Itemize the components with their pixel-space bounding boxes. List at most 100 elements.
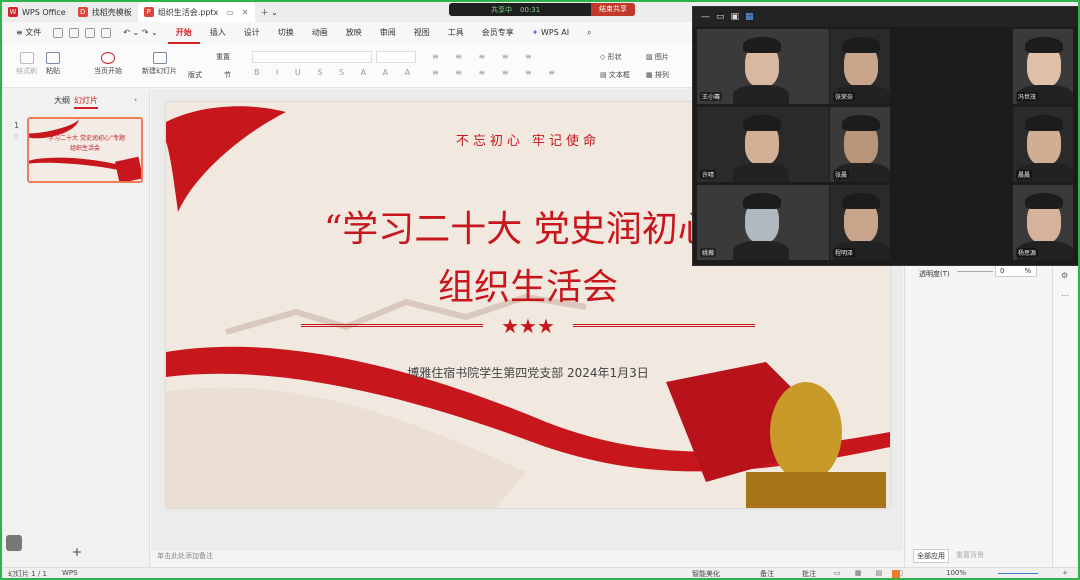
from-current-button[interactable]: 当页开始 bbox=[94, 52, 122, 76]
share-timer: 00:31 bbox=[520, 5, 541, 14]
menu-review[interactable]: 审阅 bbox=[372, 22, 404, 44]
star-icon: ☆ bbox=[13, 133, 20, 141]
three-stars: ★★★ bbox=[501, 314, 555, 338]
paragraph-icons[interactable]: ≡ ≡ ≡ ≡ ≡ bbox=[432, 52, 539, 61]
properties-icon[interactable]: ⚙ bbox=[1061, 271, 1068, 280]
reset-background-button[interactable]: 重置背景 bbox=[953, 549, 987, 561]
restore-icon[interactable]: ▭ bbox=[716, 12, 725, 22]
arrange-icon: ▦ bbox=[646, 71, 655, 79]
tab-document[interactable]: P 组织生活会.pptx ▭ ✕ bbox=[137, 2, 255, 22]
assistant-icon[interactable] bbox=[6, 535, 22, 551]
section-button[interactable]: 节 bbox=[224, 70, 231, 80]
participant-name: 王小骞 bbox=[700, 92, 723, 101]
apply-all-button[interactable]: 全部应用 bbox=[913, 549, 949, 563]
transparency-slider[interactable] bbox=[957, 271, 993, 272]
video-conference-window: — ▭ ▣ ▦ 王小骞 张荣奈 冯世茂许晴 张晨 晨晨姚薇 程明泽 杨思源 bbox=[692, 6, 1078, 266]
align-icons[interactable]: ≡ ≡ ≡ ≡ ≡ ≡ bbox=[432, 68, 562, 77]
slides-panel: 大纲 幻灯片 ‹ 1 ☆ “学习二十大 党史润初心”专题 组织生活会 + bbox=[2, 89, 150, 567]
tab-template[interactable]: D 找稻壳模板 bbox=[72, 2, 138, 22]
menu-member[interactable]: 会员专享 bbox=[474, 22, 522, 44]
participant-tile[interactable]: 张晨 bbox=[830, 107, 890, 182]
participant-name: 姚薇 bbox=[700, 248, 717, 257]
new-tab-button[interactable]: ＋ ⌄ bbox=[255, 2, 284, 22]
share-status: 共享中 bbox=[491, 5, 512, 14]
menu-wps-ai[interactable]: ✦ WPS AI bbox=[524, 22, 577, 44]
tab-outline[interactable]: 大纲 bbox=[54, 95, 70, 106]
participant-tile[interactable]: 程明泽 bbox=[830, 185, 890, 260]
participant-tile[interactable]: 姚薇 bbox=[697, 185, 829, 260]
grid-view-icon[interactable]: ▦ bbox=[745, 12, 754, 22]
save-icon[interactable] bbox=[53, 28, 64, 38]
text-format-icons[interactable]: B I U S S A A A bbox=[254, 68, 417, 77]
shape-button[interactable]: ◇ 形状 bbox=[600, 52, 622, 62]
notes-button[interactable]: 备注 bbox=[760, 569, 774, 578]
print-icon[interactable] bbox=[85, 28, 96, 38]
participant-tile[interactable]: 许晴 bbox=[697, 107, 829, 182]
participant-hair bbox=[1025, 115, 1063, 131]
font-size-select[interactable] bbox=[376, 51, 416, 63]
participant-tile[interactable]: 晨晨 bbox=[1013, 107, 1073, 182]
slideshow-icon[interactable] bbox=[892, 570, 900, 578]
participant-body bbox=[733, 241, 789, 260]
hamburger-icon[interactable]: ≡ 文件 bbox=[8, 22, 49, 44]
tab-slides[interactable]: 幻灯片 bbox=[74, 95, 98, 109]
format-painter-button[interactable]: 格式刷 bbox=[16, 52, 37, 76]
monitor-icon[interactable]: ▭ bbox=[226, 8, 234, 17]
participant-name: 杨思源 bbox=[1016, 248, 1039, 257]
end-share-button[interactable]: 结束共享 bbox=[591, 3, 635, 16]
add-slide-button[interactable]: + bbox=[72, 545, 82, 559]
undo-icon[interactable]: ↶ ⌄ ↷ ⌄ bbox=[115, 22, 165, 44]
search-icon[interactable]: ⌕ bbox=[579, 22, 599, 44]
zoom-slider[interactable] bbox=[998, 573, 1038, 574]
menu-slideshow[interactable]: 放映 bbox=[338, 22, 370, 44]
close-tab-icon[interactable]: ✕ bbox=[242, 8, 249, 17]
participant-tile[interactable]: 冯世茂 bbox=[1013, 29, 1073, 104]
picture-icon: ▨ bbox=[646, 53, 655, 61]
participant-hair bbox=[842, 115, 880, 131]
participant-tile[interactable]: 杨思源 bbox=[1013, 185, 1073, 260]
paste-button[interactable]: 粘贴 bbox=[46, 52, 60, 76]
wps-status[interactable]: WPS bbox=[62, 569, 78, 577]
font-family-select[interactable] bbox=[252, 51, 372, 63]
menu-tools[interactable]: 工具 bbox=[440, 22, 472, 44]
smart-beautify-button[interactable]: 智能美化 bbox=[692, 569, 720, 578]
menu-design[interactable]: 设计 bbox=[236, 22, 268, 44]
new-slide-button[interactable]: 新建幻灯片 bbox=[142, 52, 177, 76]
notes-placeholder[interactable]: 单击此处添加备注 bbox=[157, 551, 213, 561]
transparency-input[interactable]: 0% bbox=[995, 265, 1037, 277]
menu-transition[interactable]: 切换 bbox=[270, 22, 302, 44]
arrange-button[interactable]: ▦ 排列 bbox=[646, 70, 669, 80]
participant-hair bbox=[743, 37, 781, 53]
collapse-panel-icon[interactable]: ‹ bbox=[134, 95, 137, 104]
preview-icon[interactable] bbox=[101, 28, 112, 38]
golden-lion bbox=[770, 382, 842, 482]
participant-tile[interactable]: 张荣奈 bbox=[830, 29, 890, 104]
participant-body bbox=[733, 163, 789, 182]
picture-button[interactable]: ▨ 图片 bbox=[646, 52, 669, 62]
reset-button[interactable]: 重置 bbox=[216, 52, 230, 62]
menu-view[interactable]: 视图 bbox=[406, 22, 438, 44]
minimize-icon[interactable]: — bbox=[701, 12, 710, 22]
more-icon[interactable]: ⋯ bbox=[1061, 291, 1069, 300]
zoom-level[interactable]: 100% bbox=[946, 569, 966, 577]
tab-wps-office[interactable]: W WPS Office bbox=[2, 2, 72, 22]
shape-icon: ◇ bbox=[600, 53, 608, 61]
menu-animation[interactable]: 动画 bbox=[304, 22, 336, 44]
divider-left bbox=[301, 324, 483, 327]
window-icon[interactable]: ▣ bbox=[731, 12, 740, 22]
menu-insert[interactable]: 插入 bbox=[202, 22, 234, 44]
slide-thumbnail[interactable]: “学习二十大 党史润初心”专题 组织生活会 bbox=[27, 117, 143, 183]
comments-button[interactable]: 批注 bbox=[802, 569, 816, 578]
slide-footer: 博雅住宿书院学生第四党支部 2024年1月3日 bbox=[407, 366, 649, 380]
menu-home[interactable]: 开始 bbox=[167, 22, 200, 44]
brush-icon bbox=[19, 52, 34, 64]
layout-button[interactable]: 版式 bbox=[188, 70, 202, 80]
meeting-share-bar: 共享中 00:31 结束共享 bbox=[449, 3, 635, 16]
participant-tile[interactable]: 王小骞 bbox=[697, 29, 829, 104]
export-icon[interactable] bbox=[69, 28, 80, 38]
wps-logo-icon: W bbox=[8, 7, 18, 17]
participant-name: 张晨 bbox=[833, 170, 850, 179]
textbox-button[interactable]: ▤ 文本框 bbox=[600, 70, 630, 80]
zoom-in-icon[interactable]: + bbox=[1062, 569, 1068, 577]
thumb-title: “学习二十大 党史润初心”专题 bbox=[44, 135, 126, 142]
